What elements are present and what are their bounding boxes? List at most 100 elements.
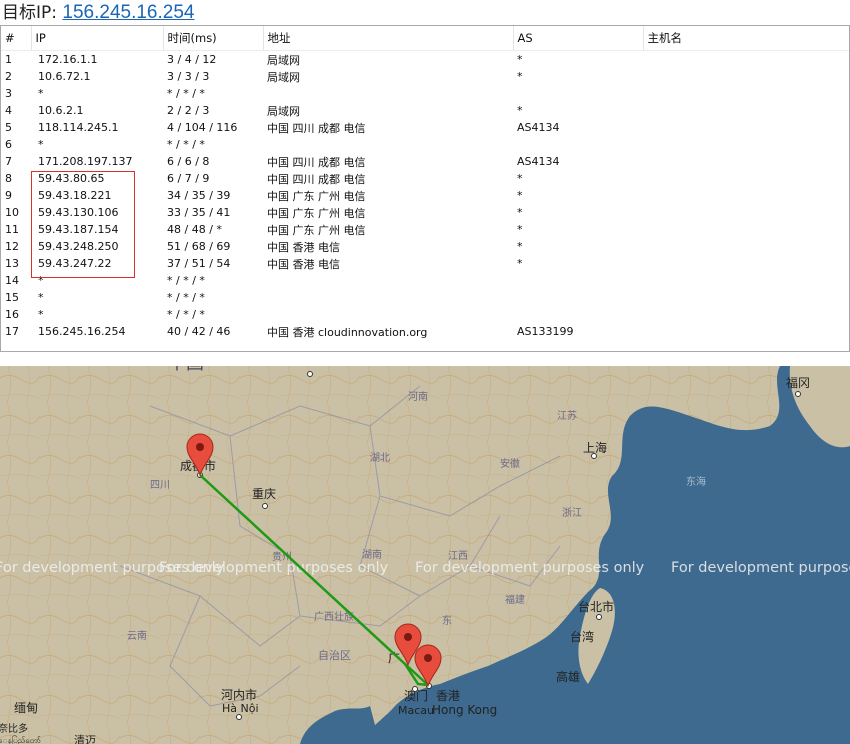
cell-address: 局域网 [267,104,300,118]
city-dot-fukuoka [795,391,801,397]
cell-hostname [643,323,849,340]
table-row[interactable]: 3 * * / * / * [1,85,849,102]
cell-hop-number: 2 [5,70,12,83]
label-fujian: 福建 [505,593,525,606]
column-header-as[interactable]: AS [513,26,644,51]
cell-hop-number: 17 [5,325,19,338]
column-header-time[interactable]: 时间(ms) [163,26,264,51]
cell-time: 6 / 7 / 9 [167,172,210,185]
cell-hop-number: 12 [5,240,19,253]
label-hk: Hong Kong [432,703,497,717]
label-myanmar: 缅甸 [14,701,38,715]
table-row[interactable]: 6 * * / * / * [1,136,849,153]
label-naypyidaw-local: ေနပြည်တော် [0,735,41,744]
highlight-box [31,171,135,278]
cell-hostname [643,119,849,136]
table-row[interactable]: 17 156.245.16.254 40 / 42 / 46 中国 香港 cloudi… [1,323,849,340]
cell-ip: 118.114.245.1 [38,121,119,134]
cell-hostname [643,221,849,238]
table-row[interactable]: 15 * * / * / * [1,289,849,306]
cell-time: 3 / 4 / 12 [167,53,217,66]
cell-hop-number: 15 [5,291,19,304]
label-guangxi-2: 自治区 [318,648,351,662]
label-fukuoka: 福冈 [786,375,810,390]
cell-address: 中国 四川 成都 电信 [267,121,366,135]
target-ip-label: 目标IP: [2,3,57,23]
label-jiangxi: 江西 [448,550,468,562]
cell-time: 37 / 51 / 54 [167,257,231,270]
cell-hostname [643,255,849,272]
city-dot-chongqing [262,503,268,509]
cell-hop-number: 5 [5,121,12,134]
label-chiangmai: 清迈 [74,734,96,744]
label-hunan: 湖南 [362,548,382,561]
table-row[interactable]: 2 10.6.72.1 3 / 3 / 3 局域网 * [1,68,849,85]
cell-hostname [643,272,849,289]
table-row[interactable]: 7 171.208.197.137 6 / 6 / 8 中国 四川 成都 电信 AS41… [1,153,849,170]
cell-hostname [643,68,849,85]
label-taiwan: 台湾 [570,629,594,644]
cell-time: * / * / * [167,138,205,151]
cell-ip: 10.6.2.1 [38,104,84,117]
cell-address: 中国 广东 广州 电信 [267,223,366,237]
cell-address [263,272,513,289]
column-header-ip[interactable]: IP [31,26,164,51]
cell-ip: * [38,87,44,100]
cell-address: 中国 四川 成都 电信 [267,172,366,186]
cell-time: 6 / 6 / 8 [167,155,210,168]
route-map[interactable]: For development purposes only For develo… [0,366,850,744]
cell-as: AS4134 [517,121,560,134]
cell-time: 34 / 35 / 39 [167,189,231,202]
cell-time: * / * / * [167,308,205,321]
cell-address [263,289,513,306]
cell-as: * [517,53,523,66]
column-header-address[interactable]: 地址 [263,26,514,51]
cell-as: * [517,257,523,270]
cell-time: 4 / 104 / 116 [167,121,238,134]
column-header-hostname[interactable]: 主机名 [643,26,849,51]
cell-as [513,289,643,306]
cell-time: 3 / 3 / 3 [167,70,210,83]
cell-ip: * [38,308,44,321]
city-dot-hanoi [236,714,242,720]
cell-address: 中国 广东 广州 电信 [267,206,366,220]
target-ip-link[interactable]: 156.245.16.254 [62,2,194,23]
label-donghai: 东海 [686,475,706,488]
cell-time: 48 / 48 / * [167,223,222,236]
cell-ip: 172.16.1.1 [38,53,98,66]
table-row[interactable]: 16 * * / * / * [1,306,849,323]
cell-as: * [517,70,523,83]
cell-time: * / * / * [167,274,205,287]
label-kaohsiung: 高雄 [556,669,580,684]
cell-time: 40 / 42 / 46 [167,325,231,338]
cell-time: * / * / * [167,291,205,304]
table-row[interactable]: 5 118.114.245.1 4 / 104 / 116 中国 四川 成都 电信 AS… [1,119,849,136]
cell-time: * / * / * [167,87,205,100]
label-macau: Macau [398,704,434,717]
column-header-number[interactable]: # [1,26,32,51]
label-dong: 东 [442,614,452,627]
watermark-4: For development purposes only [671,560,850,576]
cell-hop-number: 6 [5,138,12,151]
city-dot-shanghai [591,453,597,459]
cell-hop-number: 9 [5,189,12,202]
cell-address: 中国 香港 电信 [267,240,340,254]
cell-hostname [643,102,849,119]
table-row[interactable]: 4 10.6.2.1 2 / 2 / 3 局域网 * [1,102,849,119]
label-hanoi: Hà Nội [222,702,259,715]
cell-as: * [517,240,523,253]
cell-address: 局域网 [267,70,300,84]
cell-ip: 171.208.197.137 [38,155,133,168]
cell-address [263,306,513,323]
label-naypyidaw: 奈比多 [0,722,28,735]
cell-hop-number: 16 [5,308,19,321]
label-zhongguo: 中国 [168,366,204,374]
label-yunnan: 云南 [127,629,147,642]
cell-hop-number: 14 [5,274,19,287]
city-dot-henan [307,371,313,377]
cell-time: 33 / 35 / 41 [167,206,231,219]
city-dot-macau [412,686,418,692]
table-row[interactable]: 1 172.16.1.1 3 / 4 / 12 局域网 * [1,51,849,69]
cell-address: 中国 香港 cloudinnovation.org [267,325,428,339]
cell-as: AS133199 [517,325,574,338]
